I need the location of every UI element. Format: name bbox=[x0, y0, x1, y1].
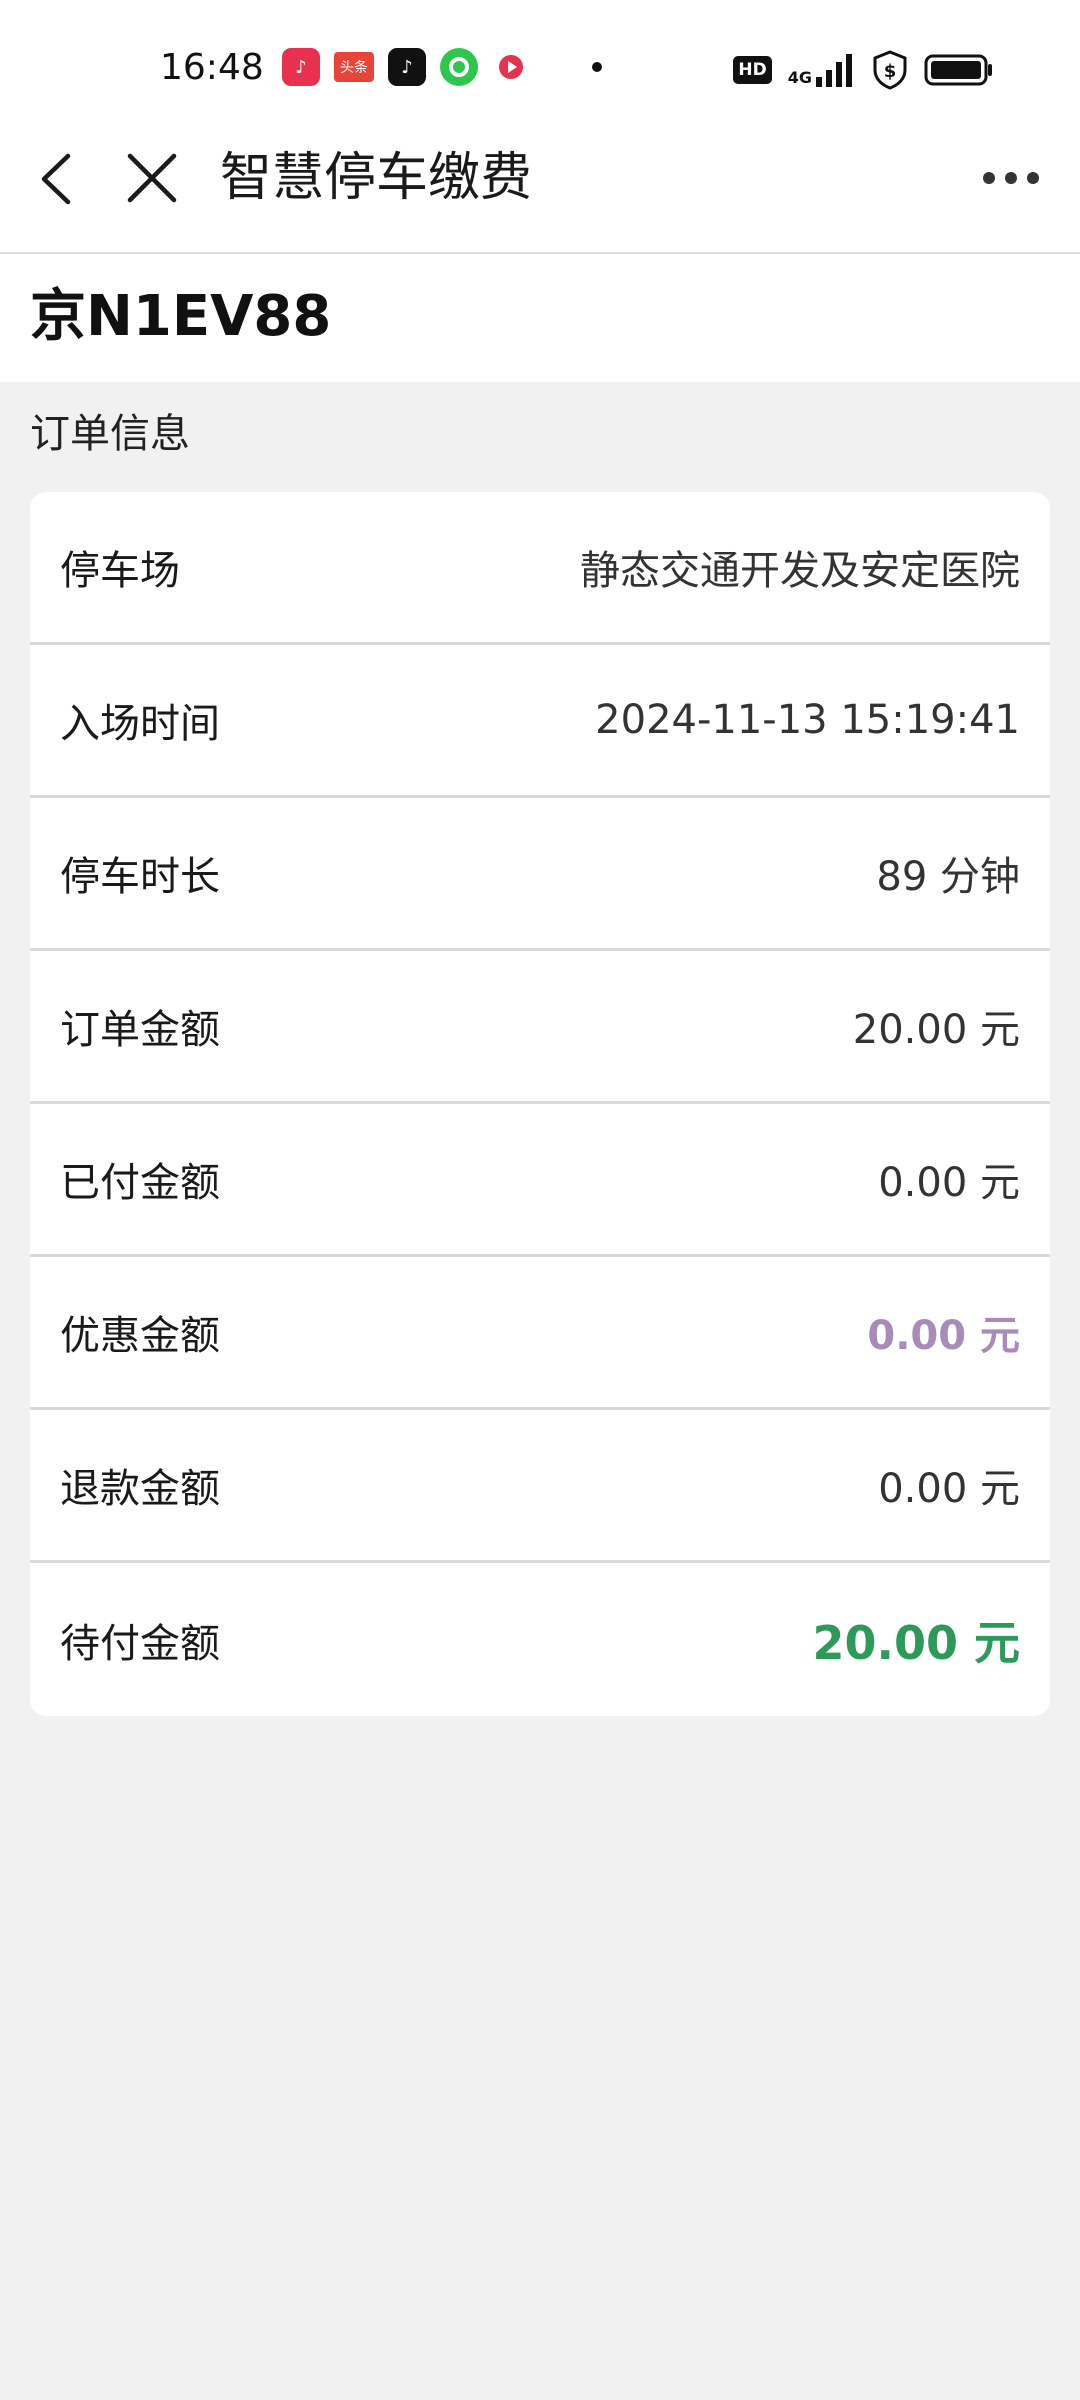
svg-text:$: $ bbox=[884, 61, 897, 82]
tiktok-app-icon: ♪ bbox=[388, 48, 426, 86]
signal-strength-icon bbox=[816, 54, 852, 87]
row-value: 静态交通开发及安定医院 bbox=[580, 548, 1020, 594]
battery-icon bbox=[924, 54, 992, 86]
order-row-due-amount: 待付金额 20.00 元 bbox=[30, 1563, 1050, 1716]
toutiao-app-icon: 头条 bbox=[334, 52, 374, 82]
row-label: 入场时间 bbox=[60, 701, 220, 747]
row-label: 订单金额 bbox=[60, 1007, 220, 1053]
row-value: 89 分钟 bbox=[876, 854, 1020, 900]
order-row-paid-amount: 已付金额 0.00 元 bbox=[30, 1104, 1050, 1257]
status-time: 16:48 bbox=[160, 47, 264, 88]
top-header: 16:48 ♪ 头条 ♪ HD 4G $ 智慧停车缴费 bbox=[0, 0, 1080, 254]
row-value: 0.00 元 bbox=[878, 1466, 1020, 1512]
order-row-refund-amount: 退款金额 0.00 元 bbox=[30, 1410, 1050, 1563]
network-type-label: 4G bbox=[787, 68, 812, 87]
back-arrow-icon[interactable] bbox=[32, 152, 86, 206]
row-label: 停车时长 bbox=[60, 854, 220, 900]
order-row-duration: 停车时长 89 分钟 bbox=[30, 798, 1050, 951]
order-row-discount-amount: 优惠金额 0.00 元 bbox=[30, 1257, 1050, 1410]
more-options-icon[interactable] bbox=[982, 166, 1040, 190]
row-label: 退款金额 bbox=[60, 1466, 220, 1512]
order-row-order-amount: 订单金额 20.00 元 bbox=[30, 951, 1050, 1104]
hd-icon: HD bbox=[733, 56, 772, 84]
nav-bar: 智慧停车缴费 bbox=[0, 136, 1080, 254]
system-status-icons: HD 4G $ bbox=[733, 50, 994, 90]
notification-dot-icon bbox=[592, 62, 602, 72]
row-value: 0.00 元 bbox=[878, 1160, 1020, 1206]
plate-number: 京N1EV88 bbox=[30, 284, 332, 349]
security-shield-icon: $ bbox=[873, 50, 907, 90]
status-bar: 16:48 ♪ 头条 ♪ HD 4G $ bbox=[0, 0, 1080, 136]
row-value: 2024-11-13 15:19:41 bbox=[595, 697, 1020, 743]
row-label: 已付金额 bbox=[60, 1160, 220, 1206]
page-title: 智慧停车缴费 bbox=[220, 148, 533, 208]
order-row-entry-time: 入场时间 2024-11-13 15:19:41 bbox=[30, 645, 1050, 798]
row-label: 待付金额 bbox=[60, 1620, 220, 1667]
order-section-title: 订单信息 bbox=[30, 411, 190, 457]
notification-icons: ♪ 头条 ♪ bbox=[282, 48, 602, 86]
row-label: 停车场 bbox=[60, 548, 180, 594]
discount-value: 0.00 元 bbox=[867, 1313, 1020, 1359]
plate-section: 京N1EV88 bbox=[0, 254, 1080, 382]
due-amount-value: 20.00 元 bbox=[812, 1615, 1020, 1670]
close-icon[interactable] bbox=[124, 150, 180, 206]
order-row-parking-lot: 停车场 静态交通开发及安定医院 bbox=[30, 492, 1050, 645]
order-info-card: 停车场 静态交通开发及安定医院 入场时间 2024-11-13 15:19:41… bbox=[30, 492, 1050, 1716]
signal-group: 4G bbox=[788, 53, 856, 87]
music-app-icon: ♪ bbox=[282, 48, 320, 86]
row-label: 优惠金额 bbox=[60, 1313, 220, 1359]
wechat-app-icon bbox=[440, 48, 478, 86]
row-value: 20.00 元 bbox=[852, 1007, 1020, 1053]
video-app-icon bbox=[492, 48, 530, 86]
